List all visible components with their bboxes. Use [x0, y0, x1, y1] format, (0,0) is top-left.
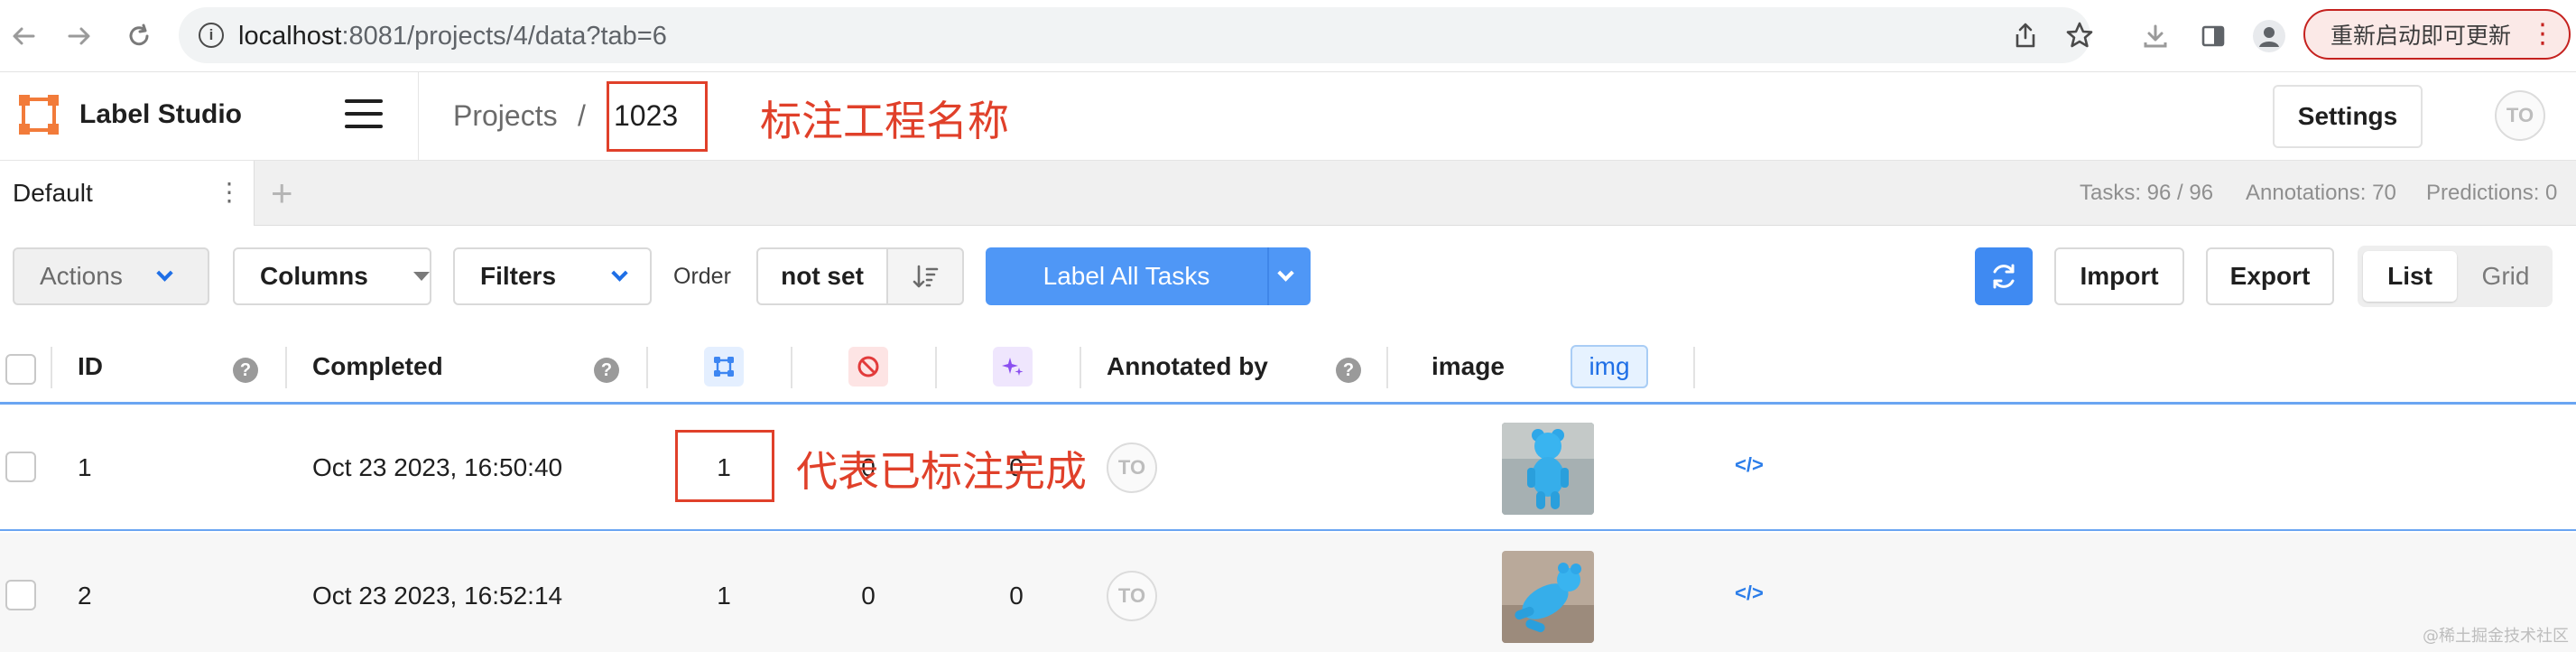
view-tabs-bar: Default ⋮ + Tasks: 96 / 96 Annotations: … — [0, 161, 2576, 226]
cell-predictions: 0 — [1009, 582, 1024, 610]
cell-annotations: 1 — [717, 582, 731, 610]
header-divider — [418, 72, 419, 161]
cell-id: 1 — [78, 453, 92, 481]
column-divider — [51, 347, 52, 388]
download-icon[interactable] — [2136, 16, 2175, 56]
site-info-icon[interactable]: i — [199, 23, 224, 48]
add-tab-button[interactable]: + — [271, 172, 293, 215]
column-divider — [1080, 347, 1081, 388]
label-all-tasks-button[interactable]: Label All Tasks — [986, 247, 1311, 305]
view-mode-toggle: List Grid — [2358, 246, 2553, 307]
filters-dropdown[interactable]: Filters — [453, 247, 652, 305]
settings-button[interactable]: Settings — [2273, 85, 2423, 148]
import-button[interactable]: Import — [2054, 247, 2184, 305]
side-panel-icon[interactable] — [2193, 16, 2233, 56]
export-button[interactable]: Export — [2206, 247, 2334, 305]
help-icon[interactable]: ? — [233, 358, 258, 383]
predictions-sparkle-icon[interactable] — [993, 347, 1033, 387]
project-name-highlight-box — [607, 81, 708, 152]
breadcrumb-separator: / — [578, 99, 586, 132]
table-row[interactable]: 1 Oct 23 2023, 16:50:40 1 0 0 TO </> — [0, 405, 2576, 531]
tab-label: Default — [13, 179, 93, 207]
sort-direction-icon[interactable] — [886, 247, 964, 305]
chevron-down-icon[interactable] — [1277, 265, 1294, 282]
row-checkbox[interactable] — [5, 580, 36, 610]
breadcrumb-projects[interactable]: Projects — [453, 99, 558, 133]
project-name-annotation: 标注工程名称 — [760, 97, 1009, 145]
url-text: localhost:8081/projects/4/data?tab=6 — [238, 22, 667, 51]
grid-view-button[interactable]: Grid — [2462, 251, 2549, 302]
cancelled-annotations-icon[interactable] — [848, 347, 888, 387]
tab-options-icon[interactable]: ⋮ — [217, 177, 242, 207]
column-divider — [1386, 347, 1388, 388]
share-icon[interactable] — [2006, 15, 2045, 55]
watermark: @稀土掘金技术社区 — [2423, 627, 2569, 646]
annotations-count: Annotations: 70 — [2246, 181, 2396, 205]
update-label: 重新启动即可更新 — [2330, 23, 2512, 49]
row-checkbox[interactable] — [5, 452, 36, 482]
chevron-down-icon — [156, 264, 173, 282]
cell-cancelled: 0 — [861, 582, 876, 610]
tab-default[interactable]: Default ⋮ — [0, 161, 255, 226]
browser-toolbar: i localhost:8081/projects/4/data?tab=6 重… — [0, 0, 2576, 72]
column-header-image[interactable]: image — [1432, 352, 1505, 381]
help-icon[interactable]: ? — [594, 358, 619, 383]
image-type-badge: img — [1571, 345, 1648, 388]
profile-icon[interactable] — [2249, 16, 2289, 56]
completed-count-highlight-box — [675, 430, 774, 502]
annotator-avatar: TO — [1107, 571, 1157, 621]
forward-arrow-icon[interactable] — [60, 16, 99, 56]
list-view-button[interactable]: List — [2363, 251, 2457, 302]
source-code-icon[interactable]: </> — [1735, 582, 1764, 605]
bookmark-star-icon[interactable] — [2060, 15, 2099, 55]
cell-completed: Oct 23 2023, 16:52:14 — [312, 582, 563, 610]
column-header-id[interactable]: ID — [78, 352, 103, 381]
select-all-checkbox[interactable] — [5, 354, 36, 385]
chevron-down-icon — [611, 264, 628, 282]
order-select[interactable]: not set — [756, 247, 888, 305]
image-thumbnail[interactable] — [1502, 423, 1594, 515]
tasks-count: Tasks: 96 / 96 — [2080, 181, 2214, 205]
more-menu-icon[interactable]: ⋮ — [2529, 18, 2556, 50]
back-arrow-icon[interactable] — [4, 16, 43, 56]
column-divider — [791, 347, 792, 388]
column-divider — [646, 347, 648, 388]
column-header-annotated-by[interactable]: Annotated by — [1107, 352, 1268, 381]
annotator-avatar: TO — [1107, 442, 1157, 493]
filters-label: Filters — [480, 262, 557, 290]
split-divider — [1267, 247, 1269, 305]
cell-completed: Oct 23 2023, 16:50:40 — [312, 453, 563, 481]
relaunch-update-button[interactable]: 重新启动即可更新 ⋮ — [2303, 9, 2571, 60]
column-divider — [1693, 347, 1695, 388]
caret-down-icon — [412, 272, 430, 281]
table-row[interactable]: 2 Oct 23 2023, 16:52:14 1 0 0 TO </> — [0, 533, 2576, 652]
order-label: Order — [673, 264, 731, 289]
refresh-icon[interactable] — [1975, 247, 2033, 305]
predictions-count: Predictions: 0 — [2426, 181, 2558, 205]
annotations-count-icon[interactable] — [704, 347, 744, 387]
columns-dropdown[interactable]: Columns — [233, 247, 431, 305]
source-code-icon[interactable]: </> — [1735, 453, 1764, 477]
help-icon[interactable]: ? — [1336, 358, 1361, 383]
app-name: Label Studio — [79, 99, 242, 129]
actions-dropdown[interactable]: Actions — [13, 247, 209, 305]
app-header: Label Studio Projects / 1023 标注工程名称 Sett… — [0, 72, 2576, 161]
user-avatar[interactable]: TO — [2495, 90, 2545, 141]
column-divider — [285, 347, 287, 388]
column-divider — [935, 347, 937, 388]
actions-label: Actions — [40, 262, 123, 290]
table-header: ID ? Completed ? Annotated by ? image im… — [0, 336, 2576, 405]
columns-label: Columns — [260, 262, 368, 290]
completed-annotation: 代表已标注完成 — [796, 447, 1087, 496]
label-all-tasks-label: Label All Tasks — [1042, 262, 1210, 290]
address-bar[interactable]: i localhost:8081/projects/4/data?tab=6 — [179, 7, 2093, 63]
hamburger-menu-icon[interactable] — [345, 99, 383, 132]
cell-id: 2 — [78, 582, 92, 610]
image-thumbnail[interactable] — [1502, 551, 1594, 643]
column-header-completed[interactable]: Completed — [312, 352, 443, 381]
label-studio-logo-icon[interactable] — [18, 94, 60, 135]
reload-icon[interactable] — [119, 16, 159, 56]
